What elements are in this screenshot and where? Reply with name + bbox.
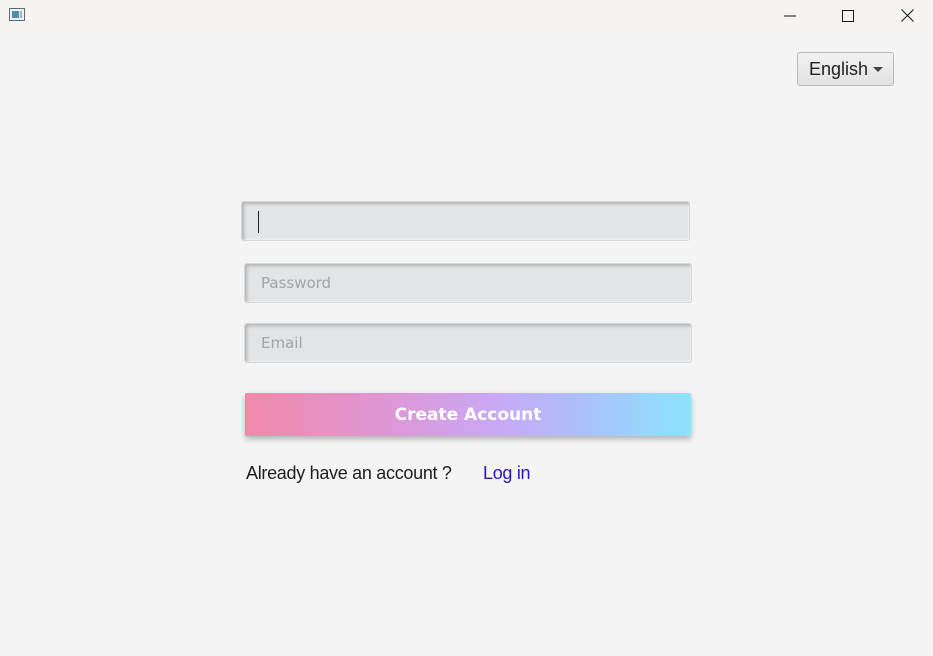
already-have-account-text: Already have an account ? (246, 463, 452, 483)
maximize-icon (842, 9, 854, 22)
close-button[interactable] (884, 0, 930, 31)
login-link[interactable]: Log in (483, 463, 531, 484)
minimize-button[interactable] (767, 0, 813, 31)
password-field[interactable] (244, 263, 692, 303)
close-icon (900, 9, 914, 22)
create-account-button[interactable]: Create Account (245, 393, 691, 436)
title-bar (0, 0, 933, 31)
email-field[interactable] (244, 323, 692, 363)
email-input[interactable] (245, 324, 691, 362)
username-input[interactable] (242, 202, 689, 240)
username-field[interactable] (241, 201, 690, 241)
text-caret (258, 211, 259, 233)
language-select-value: English (809, 58, 869, 79)
password-input[interactable] (245, 264, 691, 302)
chevron-down-icon (873, 67, 883, 72)
maximize-button[interactable] (825, 0, 871, 31)
language-select[interactable]: English (797, 52, 894, 86)
minimize-icon (784, 15, 796, 16)
app-window-icon (9, 8, 25, 21)
